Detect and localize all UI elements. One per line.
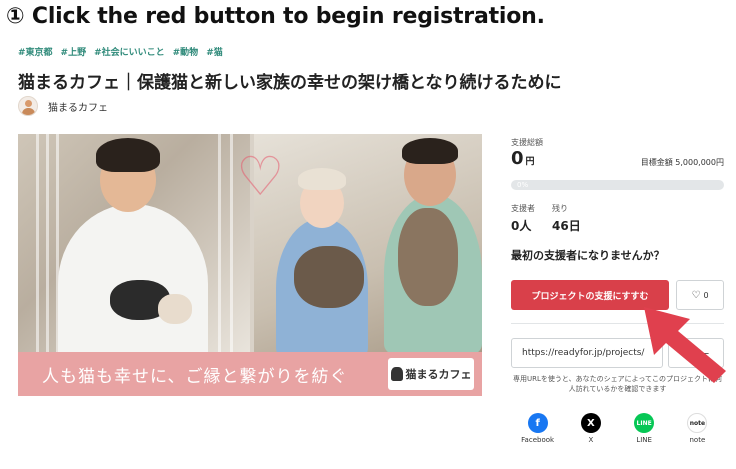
tag[interactable]: #上野 (61, 45, 87, 58)
heart-outline-icon: ♡ (691, 289, 701, 301)
owner-name: 猫まるカフェ (48, 102, 108, 114)
share-label: note (689, 436, 706, 444)
progress-bar: 0% (511, 180, 724, 190)
share-buttons: f Facebook X X LINE LINE note note (511, 413, 724, 444)
person-hair (402, 138, 458, 164)
note-icon: note (687, 413, 708, 433)
tag[interactable]: #動物 (173, 45, 199, 58)
progress-percent: 0% (517, 181, 529, 189)
tag[interactable]: #猫 (206, 45, 223, 58)
total-unit: 円 (525, 157, 535, 167)
cafe-logo: 猫まるカフェ (388, 358, 474, 390)
window-blind (46, 134, 49, 352)
window-blind (36, 134, 39, 352)
supporters-value: 0人 (511, 219, 532, 233)
photo-staff-with-cats (18, 134, 250, 364)
share-x[interactable]: X X (567, 413, 615, 444)
tabby-cat (294, 246, 364, 308)
goal-amount: 目標金額 5,000,000円 (640, 158, 724, 167)
remaining-label: 残り (552, 204, 568, 213)
logo-text: 猫まるカフェ (405, 368, 472, 381)
total-value: 0 (511, 148, 524, 169)
x-icon: X (580, 413, 601, 433)
hero-banner: 人も猫も幸せに、ご縁と繋がりを紡ぐ 猫まるカフェ (18, 352, 482, 396)
tabby-cat (398, 208, 458, 306)
banner-slogan: 人も猫も幸せに、ご縁と繋がりを紡ぐ (42, 366, 348, 387)
person-hair (96, 138, 160, 172)
share-label: LINE (636, 436, 652, 444)
supporters-stat: 支援者 0人 (511, 203, 535, 234)
hero-image: ♡ 人も猫も幸せに、ご縁と繋がりを紡ぐ 猫まるカフェ (18, 134, 482, 396)
window-blind (230, 134, 233, 352)
heart-icon: ♡ (236, 145, 285, 208)
line-icon: LINE (634, 413, 655, 433)
remaining-value: 46日 (552, 219, 581, 233)
photo-volunteers-with-cats (254, 134, 482, 358)
share-label: X (588, 436, 594, 444)
window-blind (218, 134, 221, 352)
share-facebook[interactable]: f Facebook (514, 413, 562, 444)
cat-silhouette-icon (390, 367, 403, 381)
share-line[interactable]: LINE LINE (620, 413, 668, 444)
facebook-icon: f (527, 413, 548, 433)
favorite-count: 0 (703, 290, 709, 300)
person-cap (298, 168, 346, 190)
total-amount: 0円 (511, 148, 535, 169)
avatar (18, 96, 38, 116)
share-label: Facebook (521, 436, 555, 444)
project-owner[interactable]: 猫まるカフェ (18, 96, 108, 116)
project-title: 猫まるカフェ｜保護猫と新しい家族の幸せの架け橋となり続けるために (18, 73, 562, 93)
tag[interactable]: #社会にいいこと (94, 45, 165, 58)
remaining-stat: 残り 46日 (552, 203, 581, 234)
calico-kitten (158, 294, 192, 324)
pointer-arrow-icon (644, 307, 726, 383)
arrow-shape (644, 307, 726, 383)
tag-list: #東京都 #上野 #社会にいいこと #動物 #猫 (18, 45, 223, 58)
tag[interactable]: #東京都 (18, 45, 53, 58)
cta-question: 最初の支援者になりませんか？ (511, 249, 665, 262)
instruction-heading: ① Click the red button to begin registra… (6, 4, 545, 29)
share-note[interactable]: note note (673, 413, 721, 444)
supporters-label: 支援者 (511, 204, 535, 213)
total-label: 支援総額 (511, 138, 543, 147)
